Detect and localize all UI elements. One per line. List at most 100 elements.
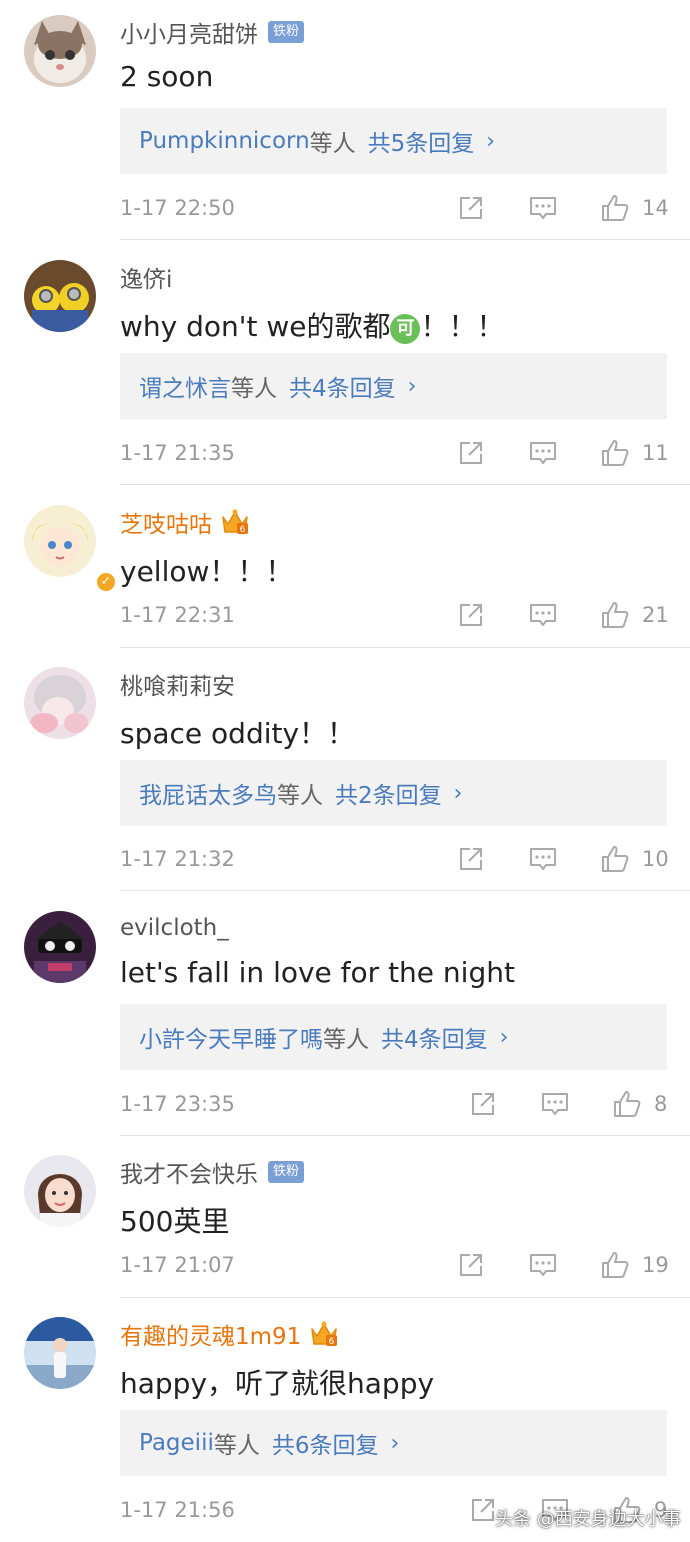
- share-icon[interactable]: [456, 600, 486, 630]
- share-icon[interactable]: [468, 1089, 498, 1119]
- comment-icon[interactable]: [540, 1089, 570, 1119]
- fan-badge: 铁粉: [268, 1161, 305, 1183]
- timestamp: 1-17 23:35: [120, 1092, 235, 1116]
- reply-summary[interactable]: Pumpkinnicorn 等人 共5条回复 ›: [120, 108, 667, 174]
- chevron-right-icon: ›: [390, 1430, 400, 1456]
- thumbs-up-icon[interactable]: [612, 1089, 642, 1119]
- comment-text: space oddity！！: [120, 717, 356, 750]
- timestamp: 1-17 22:31: [120, 603, 235, 627]
- comment-item: evilcloth_ let's fall in love for the ni…: [0, 896, 690, 1136]
- reply-suffix: 等人: [309, 131, 356, 157]
- comment-text: why don't we的歌都可！！！: [120, 310, 505, 344]
- comment-icon[interactable]: [528, 438, 558, 468]
- vip-crown-icon: 6: [309, 1320, 339, 1348]
- reply-count[interactable]: 共6条回复: [272, 1426, 379, 1460]
- avatar[interactable]: [24, 260, 96, 332]
- comment-icon[interactable]: [528, 1250, 558, 1280]
- comment-meta: 1-17 21:35 11: [120, 438, 669, 468]
- comment-text: 500英里: [120, 1205, 230, 1238]
- timestamp: 1-17 21:32: [120, 847, 235, 871]
- reply-users[interactable]: 小許今天早睡了嗎: [139, 1020, 323, 1054]
- reply-count[interactable]: 共4条回复: [289, 369, 396, 403]
- thumbs-up-icon[interactable]: [600, 193, 630, 223]
- like-count: 14: [642, 196, 669, 220]
- chevron-right-icon: ›: [499, 1024, 509, 1050]
- share-icon[interactable]: [456, 844, 486, 874]
- divider: [120, 1135, 690, 1136]
- comment-item: 我才不会快乐 铁粉 500英里 1-17 21:07 19: [0, 1140, 690, 1300]
- reply-summary[interactable]: Pageiii 等人 共6条回复 ›: [120, 1410, 667, 1476]
- username[interactable]: 逸侪i: [120, 260, 172, 294]
- thumbs-up-icon[interactable]: [600, 438, 630, 468]
- chevron-right-icon: ›: [453, 780, 463, 806]
- reply-users[interactable]: 我屁话太多鸟: [139, 776, 277, 810]
- comment-item: 桃喰莉莉安 space oddity！！ 我屁话太多鸟 等人 共2条回复 › 1-17…: [0, 652, 690, 892]
- reply-suffix: 等人: [323, 1027, 369, 1053]
- username[interactable]: 有趣的灵魂1m91: [120, 1317, 301, 1351]
- like-count: 19: [642, 1253, 669, 1277]
- reply-users[interactable]: Pumpkinnicorn: [139, 128, 310, 154]
- share-icon[interactable]: [456, 193, 486, 223]
- username[interactable]: 我才不会快乐: [120, 1155, 258, 1189]
- username[interactable]: 小小月亮甜饼: [120, 15, 258, 49]
- reply-summary[interactable]: 我屁话太多鸟 等人 共2条回复 ›: [120, 760, 667, 826]
- share-icon[interactable]: [456, 1250, 486, 1280]
- avatar[interactable]: [24, 15, 96, 87]
- comment-item: 逸侪i why don't we的歌都可！！！ 谓之怵言 等人 共4条回复 › 1-1…: [0, 245, 690, 485]
- reply-summary[interactable]: 小許今天早睡了嗎 等人 共4条回复 ›: [120, 1004, 667, 1070]
- reply-count[interactable]: 共5条回复: [368, 124, 475, 158]
- username[interactable]: evilcloth_: [120, 915, 229, 941]
- like-count: 8: [654, 1092, 668, 1116]
- reply-suffix: 等人: [213, 1433, 260, 1459]
- reply-count[interactable]: 共4条回复: [381, 1020, 488, 1054]
- comment-meta: 1-17 22:50 14: [120, 193, 669, 223]
- avatar[interactable]: ✓: [24, 505, 117, 593]
- verified-icon: ✓: [95, 571, 117, 593]
- chevron-right-icon: ›: [407, 373, 417, 399]
- divider: [120, 239, 690, 240]
- share-icon[interactable]: [456, 438, 486, 468]
- username[interactable]: 芝吱咕咕: [120, 505, 212, 539]
- username[interactable]: 桃喰莉莉安: [120, 667, 235, 701]
- reply-count[interactable]: 共2条回复: [335, 776, 442, 810]
- divider: [120, 647, 690, 648]
- reply-users[interactable]: 谓之怵言: [139, 369, 231, 403]
- reply-suffix: 等人: [277, 783, 323, 809]
- comment-icon[interactable]: [528, 600, 558, 630]
- reply-users[interactable]: Pageiii: [139, 1430, 214, 1456]
- watermark: 头条 @西安身边大小事: [495, 1509, 681, 1530]
- comment-text: yellow！！！: [120, 555, 294, 588]
- svg-text:6: 6: [329, 1337, 335, 1347]
- timestamp: 1-17 21:07: [120, 1253, 235, 1277]
- chevron-right-icon: ›: [486, 128, 496, 154]
- reply-suffix: 等人: [231, 376, 277, 402]
- divider: [120, 1297, 690, 1298]
- like-count: 10: [642, 847, 669, 871]
- vip-crown-icon: 6: [220, 508, 250, 536]
- avatar[interactable]: [24, 911, 96, 983]
- avatar[interactable]: [24, 1155, 96, 1227]
- divider: [120, 890, 690, 891]
- comment-text: let's fall in love for the night: [120, 956, 515, 989]
- thumbs-up-icon[interactable]: [600, 844, 630, 874]
- comment-item: 小小月亮甜饼 铁粉 2 soon Pumpkinnicorn 等人 共5条回复 › 1…: [0, 0, 690, 240]
- emoji: 可: [390, 314, 421, 344]
- timestamp: 1-17 22:50: [120, 196, 235, 220]
- reply-summary[interactable]: 谓之怵言 等人 共4条回复 ›: [120, 353, 667, 419]
- share-icon[interactable]: [468, 1495, 498, 1525]
- comment-icon[interactable]: [528, 844, 558, 874]
- svg-text:6: 6: [240, 525, 246, 535]
- thumbs-up-icon[interactable]: [600, 1250, 630, 1280]
- avatar[interactable]: [24, 667, 96, 739]
- timestamp: 1-17 21:56: [120, 1498, 235, 1522]
- timestamp: 1-17 21:35: [120, 441, 235, 465]
- thumbs-up-icon[interactable]: [600, 600, 630, 630]
- comment-item: ✓ 芝吱咕咕 6 yellow！！！ 1-17 22:31 21: [0, 490, 690, 650]
- fan-badge: 铁粉: [268, 21, 305, 43]
- comment-meta: 1-17 23:35 8: [120, 1089, 668, 1119]
- avatar[interactable]: [24, 1317, 96, 1389]
- comment-meta: 1-17 21:07 19: [120, 1250, 669, 1280]
- like-count: 21: [642, 603, 669, 627]
- comment-icon[interactable]: [528, 193, 558, 223]
- comment-text: 2 soon: [120, 60, 214, 93]
